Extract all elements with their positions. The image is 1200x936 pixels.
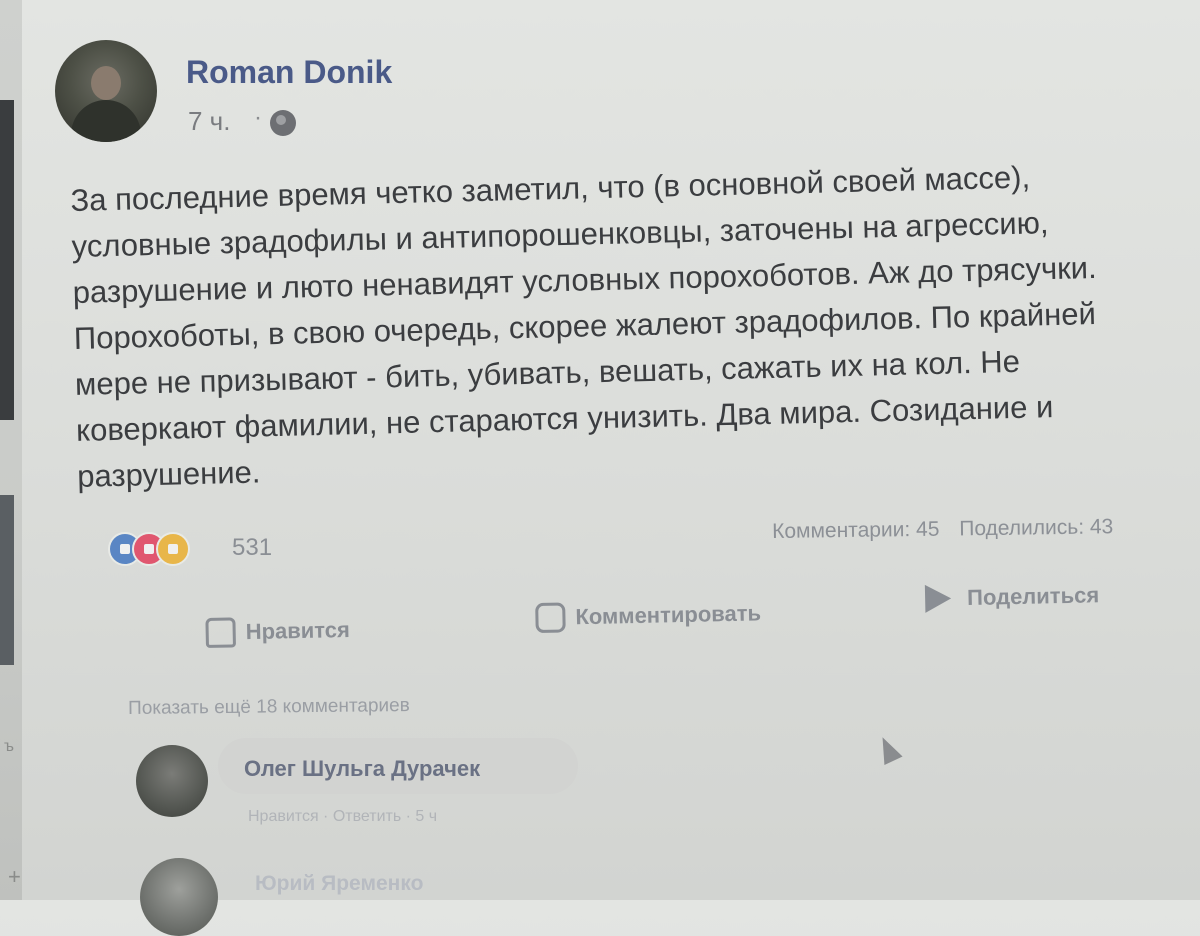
- comments-count[interactable]: Комментарии: 45: [772, 518, 940, 543]
- like-button[interactable]: Нравится: [205, 615, 350, 648]
- comment-content: Олег Шульга Дурачек: [244, 756, 480, 782]
- post-stats: Комментарии: 45 Поделились: 43: [772, 514, 1192, 544]
- comment-button-label: Комментировать: [575, 600, 762, 630]
- comment-button[interactable]: Комментировать: [535, 598, 762, 634]
- left-edge-thumbnail: [0, 100, 14, 420]
- show-more-comments-link[interactable]: Показать ещё 18 комментариев: [128, 695, 410, 720]
- reactions-count[interactable]: 531: [232, 534, 272, 562]
- haha-icon: [156, 532, 190, 566]
- speech-bubble-icon: [535, 602, 566, 634]
- next-commenter-avatar[interactable]: [140, 858, 218, 936]
- plus-icon[interactable]: +: [8, 864, 21, 890]
- post-actions-bar: Нравится Комментировать Поделиться: [205, 579, 1196, 650]
- post-author-name[interactable]: Roman Donik: [186, 54, 392, 91]
- meta-separator: ·: [254, 104, 262, 131]
- left-edge-thumbnail: [0, 495, 14, 665]
- post-body-text: За последние время четко заметил, что (в…: [70, 159, 1097, 494]
- shares-count[interactable]: Поделились: 43: [959, 515, 1113, 540]
- next-commenter-name[interactable]: Юрий Яременко: [255, 872, 423, 896]
- like-button-label: Нравится: [245, 616, 351, 645]
- avatar-body: [71, 100, 141, 142]
- commenter-avatar[interactable]: [136, 745, 208, 817]
- thumbs-up-icon: [205, 617, 236, 648]
- commenter-name[interactable]: Олег Шульга: [244, 756, 385, 781]
- share-arrow-icon: [924, 584, 952, 613]
- left-edge-panel: ъ +: [0, 0, 22, 900]
- post-timestamp[interactable]: 7 ч.: [188, 106, 230, 137]
- avatar-head: [91, 66, 121, 100]
- left-edge-text: ъ: [4, 738, 14, 755]
- globe-icon[interactable]: [270, 110, 296, 136]
- comment-text: Дурачек: [391, 756, 481, 781]
- mouse-pointer-icon: [873, 732, 903, 766]
- author-avatar[interactable]: [55, 40, 157, 142]
- comment-actions[interactable]: Нравится · Ответить · 5 ч: [248, 808, 437, 826]
- share-button[interactable]: Поделиться: [924, 581, 1100, 613]
- share-button-label: Поделиться: [966, 582, 1100, 611]
